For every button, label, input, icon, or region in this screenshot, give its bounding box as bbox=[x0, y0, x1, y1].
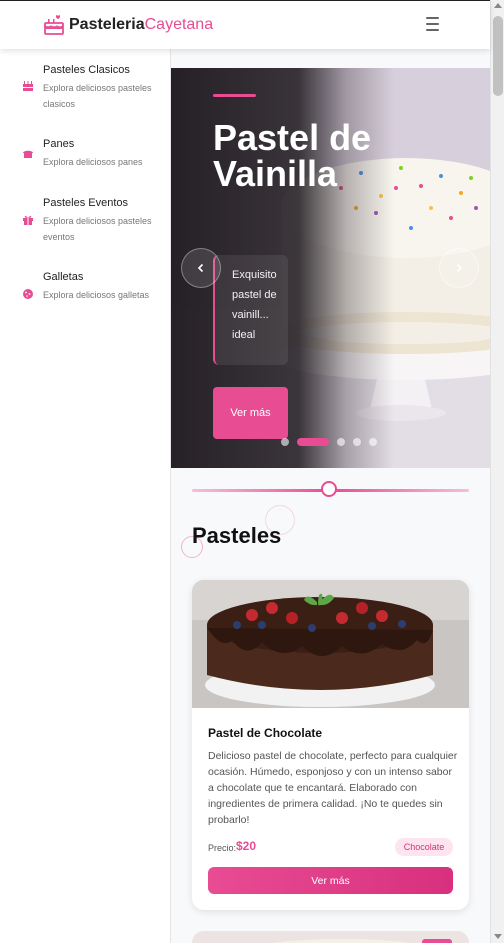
scrollbar-thumb[interactable] bbox=[493, 16, 503, 96]
product-description: Delicioso pastel de chocolate, perfecto … bbox=[208, 750, 458, 826]
carousel-dot[interactable] bbox=[353, 438, 361, 446]
category-badge: Chocolate bbox=[395, 838, 453, 856]
section-title: Pasteles bbox=[192, 523, 282, 548]
price-label: Precio: bbox=[208, 843, 237, 853]
sidebar-item-desc: Explora deliciosos pasteles clasicos bbox=[43, 83, 152, 109]
sidebar-item-label: Pasteles Eventos bbox=[43, 197, 128, 209]
product-see-more-button[interactable]: Ver más bbox=[208, 867, 453, 894]
brand-name-light: Cayetana bbox=[144, 16, 214, 33]
chocolate-cake-photo bbox=[192, 580, 469, 708]
sidebar-item-panes[interactable]: Panes Explora deliciosos panes bbox=[22, 138, 162, 172]
sidebar-item-label: Panes bbox=[43, 138, 75, 150]
cake-icon bbox=[23, 81, 33, 91]
carousel-indicators bbox=[281, 437, 377, 447]
hero-carousel: Pastel de Vainilla Exquisito pastel de v… bbox=[171, 68, 490, 468]
product-card-partial bbox=[192, 931, 469, 943]
scroll-down-arrow-icon[interactable] bbox=[494, 934, 502, 939]
sidebar: Pasteles Clasicos Explora deliciosos pas… bbox=[0, 49, 171, 943]
sidebar-item-label: Galletas bbox=[43, 271, 84, 283]
product-title: Pastel de Chocolate bbox=[208, 726, 323, 740]
carousel-dot[interactable] bbox=[337, 438, 345, 446]
sidebar-item-pasteles-eventos[interactable]: Pasteles Eventos Explora deliciosos past… bbox=[22, 197, 162, 247]
price-value: $20 bbox=[236, 839, 257, 853]
divider-knob bbox=[321, 481, 337, 497]
sidebar-item-desc: Explora deliciosos galletas bbox=[43, 290, 150, 300]
hero-description-box: Exquisito pastel de vainill... ideal bbox=[213, 255, 288, 365]
top-navbar: Pasteleria Cayetana bbox=[0, 1, 490, 49]
page-scrollbar[interactable] bbox=[490, 0, 504, 943]
carousel-next-button[interactable] bbox=[439, 248, 479, 288]
chevron-left-icon bbox=[197, 263, 204, 273]
sidebar-item-galletas[interactable]: Galletas Explora deliciosos galletas bbox=[22, 271, 162, 321]
carousel-dot[interactable] bbox=[369, 438, 377, 446]
product-card: Pastel de Chocolate Delicioso pastel de … bbox=[192, 580, 469, 910]
vanilla-cake-photo bbox=[192, 931, 469, 943]
sidebar-item-desc: Explora deliciosos pasteles eventos bbox=[43, 216, 152, 242]
scroll-up-arrow-icon[interactable] bbox=[494, 3, 502, 8]
brand-name-strong: Pasteleria bbox=[69, 16, 145, 33]
carousel-prev-button[interactable] bbox=[181, 248, 221, 288]
bread-icon bbox=[23, 150, 33, 158]
hero-title: Pastel de Vainilla bbox=[213, 117, 372, 194]
hero-description: Exquisito pastel de vainill... ideal bbox=[232, 269, 277, 341]
chevron-right-icon bbox=[456, 263, 463, 273]
brand-logo[interactable]: Pasteleria Cayetana bbox=[42, 13, 213, 37]
gift-icon bbox=[23, 216, 33, 225]
hamburger-icon[interactable] bbox=[426, 17, 441, 31]
carousel-dot[interactable] bbox=[281, 438, 289, 446]
sidebar-item-pasteles-clasicos[interactable]: Pasteles Clasicos Explora deliciosos pas… bbox=[22, 64, 162, 114]
cookie-icon bbox=[23, 289, 33, 299]
sidebar-item-label: Pasteles Clasicos bbox=[43, 64, 130, 76]
sidebar-item-desc: Explora deliciosos panes bbox=[43, 157, 143, 167]
hero-see-more-button[interactable]: Ver más bbox=[213, 387, 288, 439]
main-content: Pastel de Vainilla Exquisito pastel de v… bbox=[171, 49, 490, 943]
hero-accent-bar bbox=[213, 94, 256, 97]
cake-icon bbox=[44, 15, 64, 35]
carousel-dot-active[interactable] bbox=[297, 438, 329, 446]
